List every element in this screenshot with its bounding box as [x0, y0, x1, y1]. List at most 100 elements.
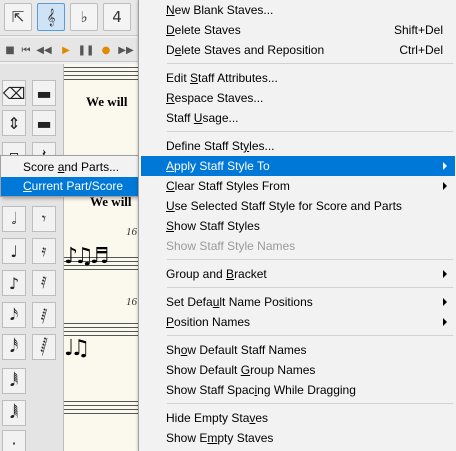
- staff: [64, 320, 146, 336]
- menu-item-label: se Selected Staff Style for Score and Pa…: [174, 199, 402, 213]
- menu-item-staff-usage[interactable]: Staff Usage...: [141, 108, 455, 128]
- thirty-second-note-icon[interactable]: 𝅘𝅥𝅰: [2, 334, 26, 360]
- time-signature-icon[interactable]: 4: [103, 3, 131, 31]
- measure-number: 16: [126, 226, 137, 238]
- menu-item-delete-staves-and-reposition[interactable]: Delete Staves and Reposition Ctrl+Del: [141, 40, 455, 60]
- menu-item-label: Show Staff Spac: [166, 383, 255, 397]
- menu-item-label: Define Staff St: [166, 139, 244, 153]
- menu-item-group-and-bracket[interactable]: Group and Bracket: [141, 264, 455, 284]
- rewind-start-icon[interactable]: ⏮: [18, 41, 34, 59]
- keyboard-shortcut: Ctrl+Del: [399, 43, 443, 57]
- menu-item-label: Sh: [166, 343, 181, 357]
- eighth-rest-icon[interactable]: 𝄾: [32, 206, 56, 232]
- half-note-icon[interactable]: 𝅗𝅥: [2, 206, 26, 232]
- submenu-arrow-icon: [443, 298, 447, 306]
- menu-item-label: lt Name Positions: [219, 295, 313, 309]
- measure-number: 16: [126, 296, 137, 308]
- menu-item-label: Show E: [166, 431, 208, 445]
- menu-item-respace-staves[interactable]: Respace Staves...: [141, 88, 455, 108]
- accelerator-key: D: [166, 23, 175, 37]
- accelerator-key: G: [240, 363, 251, 377]
- menu-item-show-empty-staves[interactable]: Show Empty Staves: [141, 428, 455, 448]
- chord-notes: ♩♫: [64, 336, 90, 361]
- menu-item-label: sage...: [202, 111, 239, 125]
- submenu-item-label: Score: [23, 160, 58, 174]
- menu-item-edit-staff-attributes[interactable]: Edit Staff Attributes...: [141, 68, 455, 88]
- quarter-note-icon[interactable]: ♩: [2, 238, 26, 264]
- score-document[interactable]: We will We will 16 ♪♫♬ 16 ♩♫: [64, 64, 146, 451]
- menu-item-label: Edit: [166, 71, 191, 85]
- menu-item-label: w Default Staff Names: [187, 343, 307, 357]
- eraser-icon[interactable]: ⌫: [2, 80, 26, 106]
- apply-staff-style-submenu: Score and Parts... Current Part/Score: [0, 155, 140, 197]
- menu-separator: [167, 131, 453, 132]
- sixteenth-note-icon[interactable]: 𝅘𝅥𝅯: [2, 302, 26, 328]
- submenu-item-label: nd Parts...: [64, 160, 120, 174]
- whole-rest-icon[interactable]: ▬: [32, 80, 56, 106]
- accelerator-key: P: [166, 315, 175, 329]
- fast-forward-icon[interactable]: ▶▶: [118, 41, 134, 59]
- menu-item-show-default-staff-names[interactable]: Show Default Staff Names: [141, 340, 455, 360]
- submenu-arrow-icon: [443, 162, 447, 170]
- accelerator-key: N: [166, 3, 175, 17]
- chord-notes: ♪♫♬: [64, 244, 109, 269]
- menu-item-delete-staves[interactable]: Delete Staves Shift+Del: [141, 20, 455, 40]
- menu-item-show-staff-style-names: Show Staff Style Names: [141, 236, 455, 256]
- menu-item-set-default-name-positions[interactable]: Set Default Name Positions: [141, 292, 455, 312]
- staff: [64, 64, 146, 80]
- staff-tool-icon[interactable]: 𝄞: [37, 3, 65, 31]
- menu-item-position-names[interactable]: Position Names: [141, 312, 455, 332]
- menu-item-show-staff-styles[interactable]: Show Staff Styles: [141, 216, 455, 236]
- key-signature-icon[interactable]: ♭: [70, 3, 98, 31]
- play-icon[interactable]: ▶: [58, 41, 74, 59]
- menu-item-label: racket: [234, 267, 267, 281]
- hundred-twenty-eighth-note-icon[interactable]: 𝅘𝅥𝅲: [2, 400, 26, 426]
- menu-separator: [167, 63, 453, 64]
- dot-icon[interactable]: ·: [2, 430, 26, 451]
- menu-separator: [167, 403, 453, 404]
- submenu-item-current-part-score[interactable]: Current Part/Score: [1, 177, 139, 196]
- thirty-second-rest-icon[interactable]: 𝅀: [32, 270, 56, 296]
- submenu-item-score-and-parts[interactable]: Score and Parts...: [1, 158, 139, 177]
- submenu-arrow-icon: [443, 182, 447, 190]
- menu-item-define-staff-styles[interactable]: Define Staff Styles...: [141, 136, 455, 156]
- menu-item-label: Hide Empty Sta: [166, 411, 250, 425]
- rewind-icon[interactable]: ◀◀: [36, 41, 52, 59]
- accelerator-key: S: [166, 219, 175, 233]
- accelerator-key: S: [190, 71, 199, 85]
- stepper-icon[interactable]: ⇕: [2, 110, 26, 136]
- menu-item-apply-staff-style-to[interactable]: Apply Staff Style To: [141, 156, 455, 176]
- menu-separator: [167, 259, 453, 260]
- pause-icon[interactable]: ❚❚: [78, 41, 95, 59]
- submenu-item-label: urrent Part/Score: [31, 179, 124, 193]
- smart-shape-palette: ⌫ ▬ ⇕ ▬ ▫ 𝄽 𝅗𝅥 𝄾 ♩ 𝄿 ♪ 𝅀 𝅘𝅥𝅯 𝅁 𝅘𝅥𝅰 𝅂 𝅘𝅥𝅱…: [0, 64, 64, 451]
- half-rest-icon[interactable]: ▬: [32, 110, 56, 136]
- menu-item-label: pply Staff Style To: [174, 159, 270, 173]
- menu-item-hide-empty-staves[interactable]: Hide Empty Staves: [141, 408, 455, 428]
- menu-item-show-staff-spacing-while-dragging[interactable]: Show Staff Spacing While Dragging: [141, 380, 455, 400]
- stop-icon[interactable]: ■: [2, 41, 18, 59]
- menu-item-label: pty Staves: [217, 431, 274, 445]
- hundred-twenty-eighth-rest-icon[interactable]: 𝅂: [32, 334, 56, 360]
- staff-context-menu: New Blank Staves... Delete Staves Shift+De…: [138, 0, 456, 451]
- menu-item-show-default-group-names[interactable]: Show Default Group Names: [141, 360, 455, 380]
- record-icon[interactable]: ●: [98, 41, 114, 59]
- menu-item-label: elete Staves: [174, 23, 241, 37]
- menu-item-label: ew Blank Staves...: [174, 3, 274, 17]
- eighth-note-icon[interactable]: ♪: [2, 270, 26, 296]
- menu-item-use-selected-staff-style[interactable]: Use Selected Staff Style for Score and P…: [141, 196, 455, 216]
- menu-item-clear-staff-styles-from[interactable]: Clear Staff Styles From: [141, 176, 455, 196]
- menu-item-label: Staff: [166, 111, 194, 125]
- submenu-arrow-icon: [443, 270, 447, 278]
- sixteenth-rest-icon[interactable]: 𝄿: [32, 238, 56, 264]
- accelerator-key: C: [23, 179, 32, 193]
- menu-separator: [167, 335, 453, 336]
- sixty-fourth-rest-icon[interactable]: 𝅁: [32, 302, 56, 328]
- menu-item-label: roup Names: [250, 363, 316, 377]
- menu-item-label: Show Staff Style Names: [166, 239, 296, 253]
- lyric-text: We will: [86, 94, 128, 109]
- selection-tool-icon[interactable]: ⇱: [4, 3, 32, 31]
- playback-controls: ■ ⏮ ◀◀ ▶ ❚❚ ● ▶▶: [0, 38, 140, 62]
- menu-item-new-blank-staves[interactable]: New Blank Staves...: [141, 0, 455, 20]
- sixty-fourth-note-icon[interactable]: 𝅘𝅥𝅱: [2, 368, 26, 394]
